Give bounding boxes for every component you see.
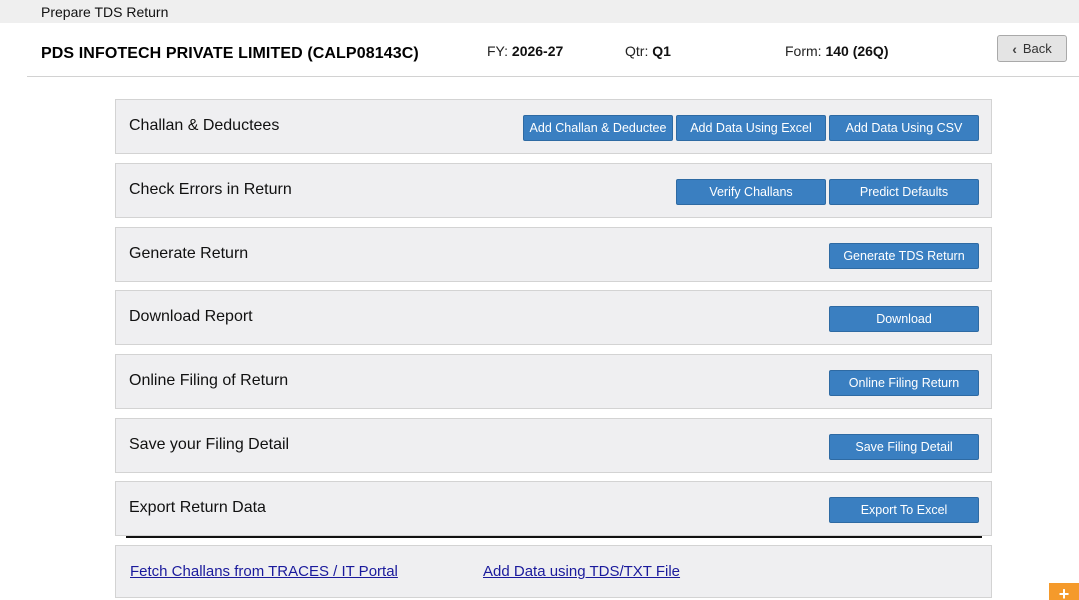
section-export-return-data: Export Return Data Export To Excel (115, 481, 992, 536)
generate-tds-return-button[interactable]: Generate TDS Return (829, 243, 979, 269)
form-label: Form: (785, 43, 822, 59)
section-label: Online Filing of Return (129, 372, 289, 389)
links-panel: Fetch Challans from TRACES / IT Portal A… (115, 545, 992, 598)
section-label: Download Report (129, 308, 253, 325)
section-save-filing-detail: Save your Filing Detail Save Filing Deta… (115, 418, 992, 473)
fy-value: 2026-27 (511, 43, 564, 59)
window-title: Prepare TDS Return (41, 4, 169, 20)
title-bar: Prepare TDS Return (0, 0, 1079, 23)
section-label: Save your Filing Detail (129, 436, 290, 453)
section-label: Export Return Data (129, 499, 266, 516)
section-label: Generate Return (129, 245, 249, 262)
add-data-csv-button[interactable]: Add Data Using CSV (829, 115, 979, 141)
form-value: 140 (26Q) (825, 43, 889, 59)
predict-defaults-button[interactable]: Predict Defaults (829, 179, 979, 205)
section-label: Challan & Deductees (129, 117, 280, 134)
chevron-left-icon: ‹ (1012, 40, 1017, 57)
back-button-label: Back (1022, 41, 1052, 56)
company-name: PDS INFOTECH PRIVATE LIMITED (CALP08143C… (41, 45, 419, 62)
section-label: Check Errors in Return (129, 181, 292, 198)
section-divider (126, 536, 982, 538)
verify-challans-button[interactable]: Verify Challans (676, 179, 826, 205)
section-online-filing: Online Filing of Return Online Filing Re… (115, 354, 992, 409)
fy-info: FY: 2026-27 (487, 43, 563, 59)
add-tds-txt-link[interactable]: Add Data using TDS/TXT File (483, 563, 680, 580)
section-challan-deductees: Challan & Deductees Add Challan & Deduct… (115, 99, 992, 154)
form-info: Form: 140 (26Q) (785, 43, 889, 59)
add-data-excel-button[interactable]: Add Data Using Excel (676, 115, 826, 141)
add-fab-button[interactable]: + (1049, 583, 1079, 600)
qtr-value: Q1 (652, 43, 671, 59)
fetch-challans-link[interactable]: Fetch Challans from TRACES / IT Portal (130, 563, 398, 580)
online-filing-return-button[interactable]: Online Filing Return (829, 370, 979, 396)
back-button[interactable]: ‹ Back (997, 35, 1067, 62)
section-generate-return: Generate Return Generate TDS Return (115, 227, 992, 282)
qtr-info: Qtr: Q1 (625, 43, 671, 59)
save-filing-detail-button[interactable]: Save Filing Detail (829, 434, 979, 460)
header-divider (27, 76, 1079, 77)
add-challan-deductee-button[interactable]: Add Challan & Deductee (523, 115, 673, 141)
download-button[interactable]: Download (829, 306, 979, 332)
plus-icon: + (1058, 584, 1070, 600)
section-download-report: Download Report Download (115, 290, 992, 345)
export-to-excel-button[interactable]: Export To Excel (829, 497, 979, 523)
fy-label: FY: (487, 43, 509, 59)
section-check-errors: Check Errors in Return Verify Challans P… (115, 163, 992, 218)
qtr-label: Qtr: (625, 43, 649, 59)
